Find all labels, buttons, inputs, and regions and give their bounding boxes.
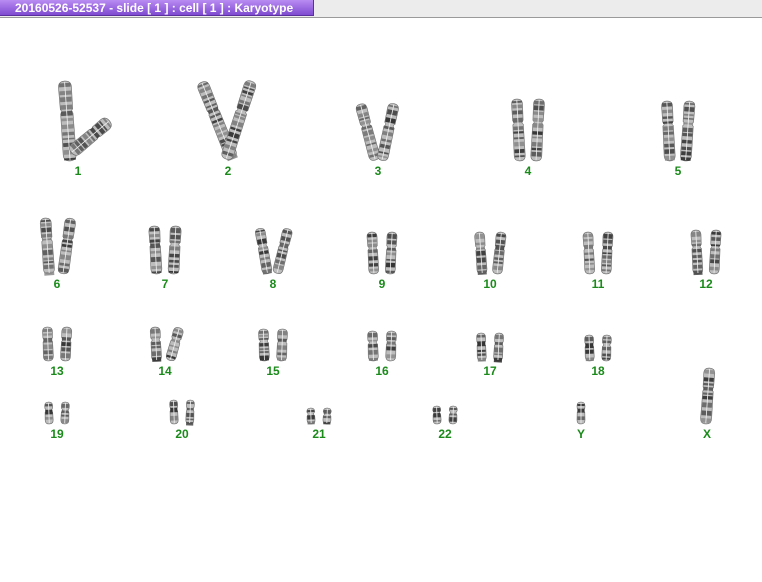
chromosome-13-a[interactable] (39, 325, 56, 369)
chromosome-label-x: X (702, 427, 712, 441)
chromosome-12-b[interactable] (706, 228, 725, 282)
chromosome-label-19: 19 (50, 427, 64, 441)
chromosome-label-2: 2 (224, 164, 232, 178)
chromosome-label-8: 8 (269, 277, 277, 291)
chromosome-17-a[interactable] (473, 331, 489, 369)
chromosome-label-11: 11 (591, 277, 605, 291)
chromosome-17-b[interactable] (490, 331, 507, 369)
chromosome-label-1: 1 (74, 164, 82, 178)
chromosome-label-15: 15 (266, 364, 280, 378)
chromosome-label-6: 6 (53, 277, 61, 291)
chromosome-7-b[interactable] (165, 224, 185, 282)
chromosome-13-b[interactable] (57, 325, 75, 369)
chromosome-16-b[interactable] (382, 329, 399, 369)
chromosome-9-b[interactable] (382, 230, 401, 282)
chromosome-10-b[interactable] (488, 229, 509, 281)
chromosome-label-20: 20 (175, 427, 189, 441)
chromosome-11-a[interactable] (580, 230, 599, 282)
chromosome-9-a[interactable] (364, 230, 383, 282)
chromosome-label-3: 3 (374, 164, 382, 178)
chromosome-label-21: 21 (312, 427, 326, 441)
chromosome-7-a[interactable] (146, 224, 166, 282)
chromosome-6-b[interactable] (54, 215, 80, 282)
chromosome-label-17: 17 (483, 364, 497, 378)
chromosome-label-5: 5 (674, 164, 682, 178)
karyotype-panel: 1 2 3 4 5 6 7 8 9 10 11 12 13 14 15 16 17 18 19 20 21 22 Y X (0, 18, 762, 582)
window-title-tab[interactable]: 20160526-52537 - slide [ 1 ] : cell [ 1 … (0, 0, 314, 16)
chromosome-label-12: 12 (699, 277, 713, 291)
window-title-bar: 20160526-52537 - slide [ 1 ] : cell [ 1 … (0, 0, 762, 18)
chromosome-15-a[interactable] (255, 327, 272, 369)
chromosome-x-single[interactable] (696, 365, 717, 431)
chromosome-5-a[interactable] (658, 99, 679, 169)
chromosome-10-a[interactable] (471, 230, 491, 282)
chromosome-label-18: 18 (591, 364, 605, 378)
chromosome-label-14: 14 (158, 364, 172, 378)
chromosome-label-16: 16 (375, 364, 389, 378)
chromosome-4-b[interactable] (527, 97, 548, 169)
chromosome-label-22: 22 (438, 427, 452, 441)
chromosome-label-13: 13 (50, 364, 64, 378)
chromosome-label-4: 4 (524, 164, 532, 178)
chromosome-label-9: 9 (378, 277, 386, 291)
chromosome-16-a[interactable] (364, 329, 381, 369)
chromosome-label-y: Y (576, 427, 586, 441)
chromosome-label-10: 10 (483, 277, 497, 291)
chromosome-18-a[interactable] (581, 333, 597, 369)
chromosome-15-b[interactable] (273, 327, 290, 369)
chromosome-12-a[interactable] (688, 228, 707, 282)
chromosome-4-a[interactable] (508, 97, 529, 169)
chromosome-18-b[interactable] (598, 333, 614, 369)
chromosome-5-b[interactable] (677, 98, 699, 168)
chromosome-11-b[interactable] (598, 230, 617, 282)
chromosome-label-7: 7 (161, 277, 169, 291)
chromosome-14-b[interactable] (160, 324, 187, 370)
